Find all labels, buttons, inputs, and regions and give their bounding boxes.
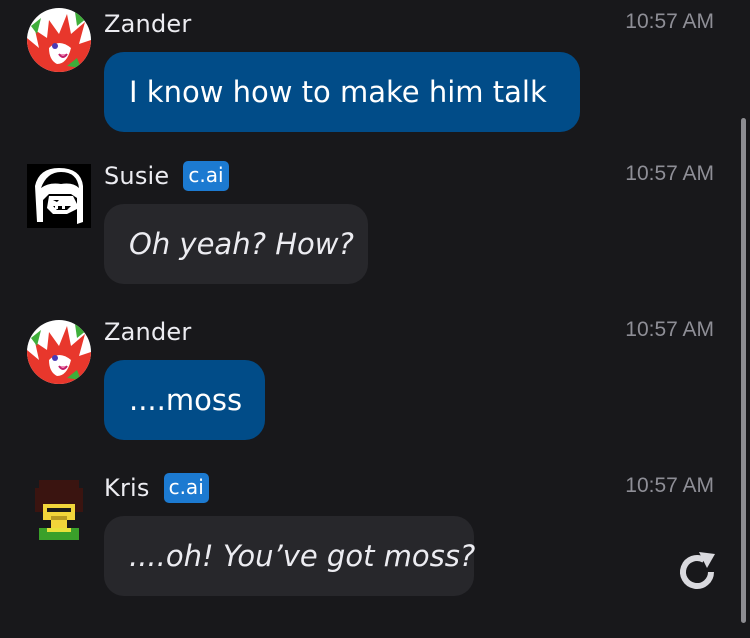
message-item: Susie c.ai 10:57 AM Oh yeah? How? [0,156,750,286]
author-row: Zander [104,312,191,352]
message-item: Kris c.ai 10:57 AM ....oh! You’ve got mo… [0,468,750,598]
author-name: Kris [104,474,150,502]
regenerate-button[interactable] [673,548,721,596]
author-row: Susie c.ai [104,156,229,196]
message-bubble: ....oh! You’ve got moss? [104,516,476,596]
cai-badge: c.ai [163,473,209,503]
fox-avatar-icon[interactable] [27,320,91,384]
author-name: Zander [104,10,192,38]
message-text: Oh yeah? How? [129,227,354,261]
message-text: ....moss [129,383,243,417]
refresh-icon [680,552,715,590]
fox-avatar-art [27,320,91,384]
message-bubble: Oh yeah? How? [104,204,368,284]
message-item: Zander 10:57 AM I know how to make him t… [0,4,750,134]
susie-avatar-art [27,164,91,228]
cai-badge: c.ai [183,161,229,191]
message-bubble: ....moss [104,360,265,440]
author-row: Kris c.ai [104,468,209,508]
message-timestamp: 10:57 AM [625,318,714,341]
author-row: Zander [104,4,191,44]
scrollbar[interactable] [741,118,746,623]
author-name: Zander [104,318,192,346]
message-text: I know how to make him talk [129,75,547,109]
message-timestamp: 10:57 AM [625,162,714,185]
message-item: Zander 10:57 AM ....moss [0,312,750,442]
kris-avatar-art [27,476,91,540]
chat-window: { "messages": [ { "author": "Zander", "r… [0,0,750,638]
message-timestamp: 10:57 AM [625,474,714,497]
fox-avatar-art [27,8,91,72]
fox-avatar-icon[interactable] [27,8,91,72]
message-bubble: I know how to make him talk [104,52,580,132]
kris-avatar-icon[interactable] [27,476,91,540]
susie-avatar-icon[interactable] [27,164,91,228]
author-name: Susie [104,162,170,190]
message-timestamp: 10:57 AM [625,10,714,33]
message-text: ....oh! You’ve got moss? [129,539,476,573]
